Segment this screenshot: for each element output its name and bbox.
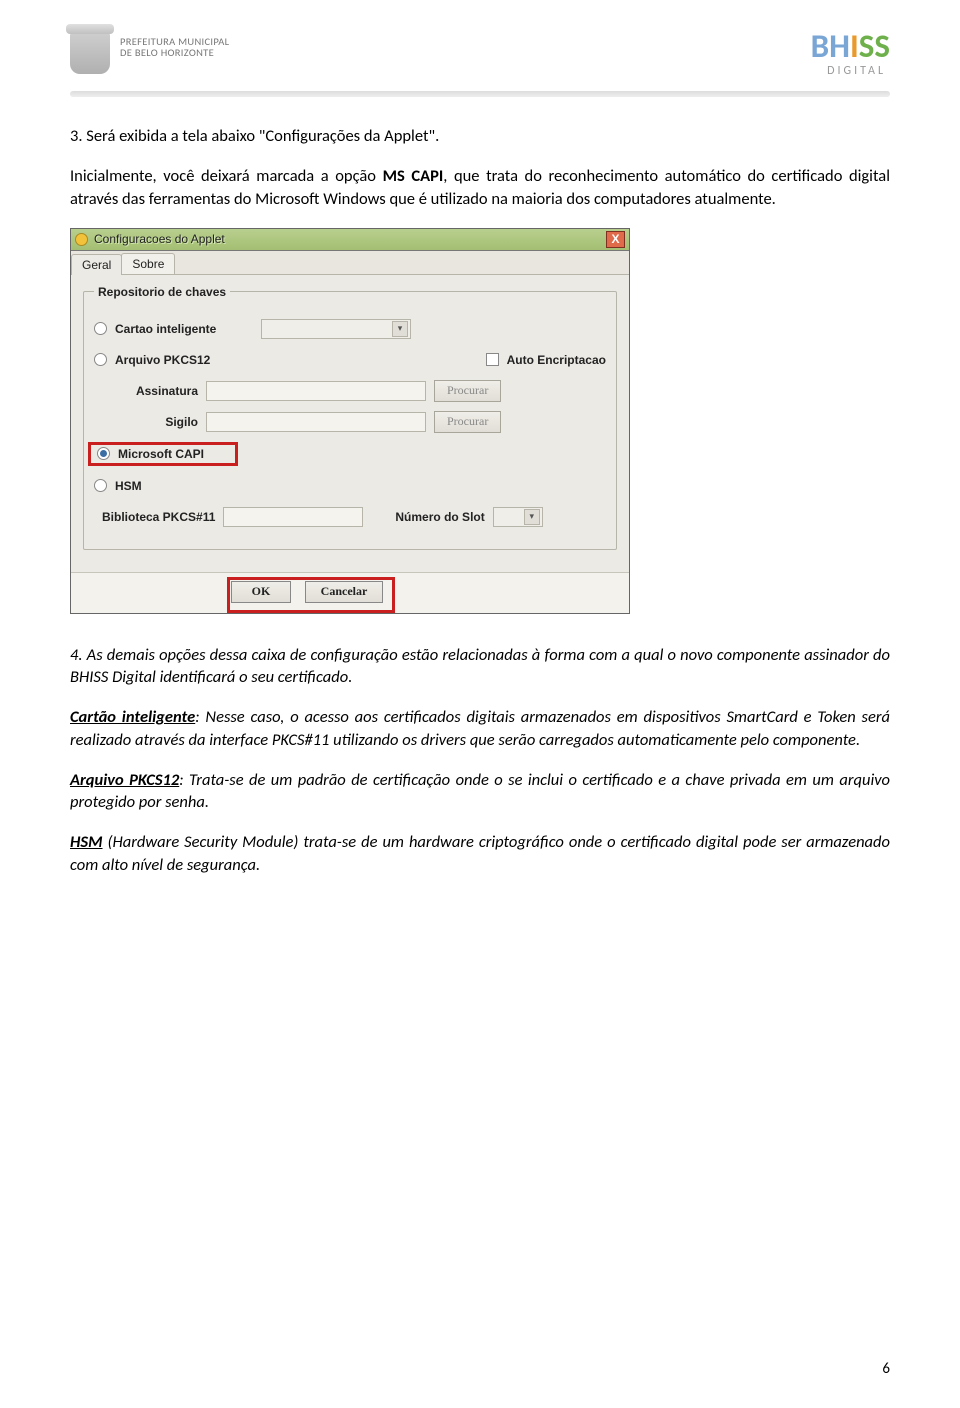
dialog-tabs: Geral Sobre (71, 251, 629, 275)
label-mscapi: Microsoft CAPI (118, 447, 204, 461)
bhiss-s1: S (859, 30, 875, 63)
bhiss-sub: DIGITAL (811, 65, 890, 77)
label-biblioteca: Biblioteca PKCS#11 (102, 510, 215, 524)
dialog-title: Configuracoes do Applet (94, 232, 225, 246)
cancel-button[interactable]: Cancelar (305, 581, 383, 603)
checkbox-autoencript[interactable] (486, 353, 499, 366)
label-cartao: Cartao inteligente (115, 322, 253, 336)
bhiss-s2: S (874, 30, 890, 63)
bhiss-b: B (811, 30, 830, 63)
header-divider (70, 91, 890, 97)
chevron-down-icon: ▾ (392, 321, 408, 337)
pkcs-body: : Trata-se de um padrão de certificação … (70, 770, 890, 812)
combo-cartao[interactable]: ▾ (261, 319, 411, 339)
paragraph-3b: Inicialmente, você deixará marcada a opç… (70, 165, 890, 210)
applet-config-dialog: Configuracoes do Applet X Geral Sobre Re… (70, 228, 630, 614)
page-number: 6 (882, 1360, 890, 1378)
input-assinatura[interactable] (206, 381, 426, 401)
tab-geral[interactable]: Geral (71, 254, 122, 275)
hsm-body: (Hardware Security Module) trata-se de u… (70, 832, 890, 874)
input-biblioteca[interactable] (223, 507, 363, 527)
cartao-title: Cartão inteligente (70, 707, 195, 727)
radio-mscapi[interactable] (97, 447, 110, 460)
bhiss-i: I (850, 30, 859, 63)
radio-cartao[interactable] (94, 322, 107, 335)
pkcs-title: Arquivo PKCS12 (70, 770, 179, 790)
chevron-down-icon: ▾ (524, 509, 540, 525)
paragraph-4: 4. As demais opções dessa caixa de confi… (70, 644, 890, 689)
btn-procurar-sigilo[interactable]: Procurar (434, 411, 501, 433)
input-sigilo[interactable] (206, 412, 426, 432)
bhiss-h: H (829, 30, 850, 63)
tab-sobre[interactable]: Sobre (121, 253, 175, 274)
city-crest-icon (70, 30, 110, 74)
radio-hsm[interactable] (94, 479, 107, 492)
bhiss-logo: B H I S S DIGITAL (811, 30, 890, 77)
label-sigilo: Sigilo (120, 415, 198, 429)
label-slot: Número do Slot (395, 510, 484, 524)
paragraph-hsm: HSM (Hardware Security Module) trata-se … (70, 831, 890, 876)
repositorio-legend: Repositorio de chaves (94, 285, 230, 299)
paragraph-3: 3. Será exibida a tela abaixo "Configura… (70, 125, 890, 147)
java-icon (75, 233, 88, 246)
p3b-a: Inicialmente, você deixará marcada a opç… (70, 166, 383, 186)
dialog-button-bar: OK Cancelar (71, 572, 629, 613)
ok-button[interactable]: OK (231, 581, 291, 603)
radio-pkcs12[interactable] (94, 353, 107, 366)
label-hsm: HSM (115, 479, 142, 493)
label-assinatura: Assinatura (120, 384, 198, 398)
prefeitura-line2: DE BELO HORIZONTE (120, 47, 229, 58)
hsm-title: HSM (70, 832, 103, 852)
p3b-bold: MS CAPI (383, 166, 444, 186)
label-pkcs12: Arquivo PKCS12 (115, 353, 253, 367)
paragraph-cartao: Cartão inteligente: Nesse caso, o acesso… (70, 706, 890, 751)
repositorio-fieldset: Repositorio de chaves Cartao inteligente… (83, 285, 617, 550)
paragraph-pkcs: Arquivo PKCS12: Trata-se de um padrão de… (70, 769, 890, 814)
btn-procurar-assinatura[interactable]: Procurar (434, 380, 501, 402)
label-autoencript: Auto Encriptacao (507, 353, 606, 367)
combo-slot[interactable]: ▾ (493, 507, 543, 527)
page-header: PREFEITURA MUNICIPAL DE BELO HORIZONTE B… (70, 30, 890, 77)
dialog-titlebar: Configuracoes do Applet X (71, 229, 629, 251)
close-icon[interactable]: X (606, 231, 625, 248)
